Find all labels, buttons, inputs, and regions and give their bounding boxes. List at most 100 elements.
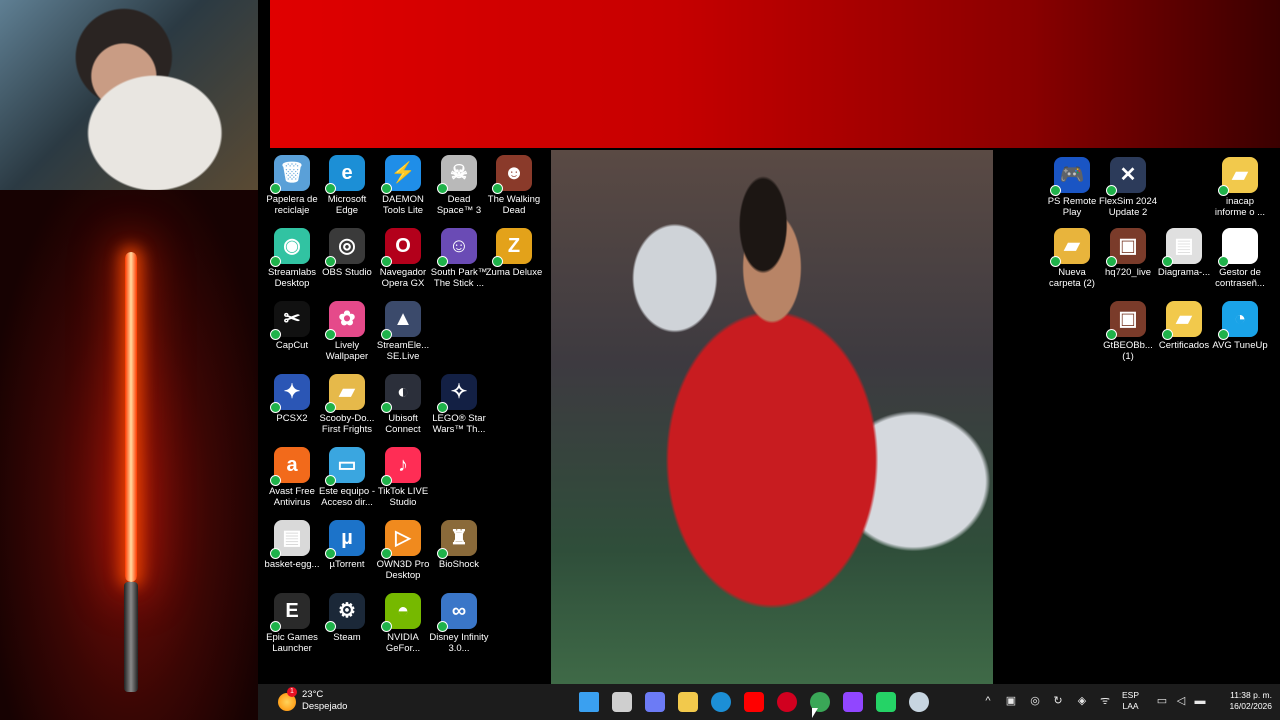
desktop-icon-label: BioShock [438,559,480,570]
volume-icon[interactable]: ◁ [1175,695,1187,707]
whatsapp-icon[interactable] [876,692,896,712]
desktop-icon[interactable]: ♜ BioShock [429,520,489,570]
desktop-icon-label: hq720_live [1105,267,1151,278]
desktop-icon[interactable]: ▰ Certificados [1154,301,1214,351]
sync-check-icon [1050,256,1061,267]
webcam-overlay [0,0,258,190]
desktop-icon-label: NVIDIA GeFor... [385,632,421,654]
desktop-icon-label: AVG TuneUp [1212,340,1268,351]
desktop-icon[interactable]: E Epic Games Launcher [262,593,322,654]
desktop-icon[interactable]: ◓ NVIDIA GeFor... [373,593,433,654]
copilot-icon[interactable] [645,692,665,712]
desktop-icon[interactable]: ◎ OBS Studio [317,228,377,278]
avg-tuneup-icon: ◔ [1218,301,1258,340]
desktop-icon[interactable]: O Navegador Opera GX [373,228,433,289]
desktop-icon-label: TikTok LIVE Studio [377,486,429,508]
desktop-icon[interactable]: ⚙ Steam [317,593,377,643]
desktop-icon[interactable]: 🎮 PS Remote Play [1042,157,1102,218]
sync-check-icon [381,402,392,413]
windows-start-icon[interactable] [579,692,599,712]
desktop-icon[interactable]: ⚡ DAEMON Tools Lite [373,155,433,216]
desktop-icon[interactable]: Z Zuma Deluxe [484,228,544,278]
sync-check-icon [381,475,392,486]
desktop-icon[interactable]: ◔ AVG TuneUp [1210,301,1270,351]
taskbar: 23°C Despejado 1 ^ ▣ ◎ ↻ ◈ ᯤ ESP LAA ▭ ◁… [258,684,1280,720]
desktop-icon[interactable]: ☺ South Park™ The Stick ... [429,228,489,289]
desktop-icon-label: Este equipo - Acceso dir... [319,486,375,508]
desktop-icon[interactable]: ✦ PCSX2 [262,374,322,424]
tray-sync-icon[interactable]: ↻ [1052,695,1064,707]
task-view-icon[interactable] [612,692,632,712]
sync-check-icon [325,475,336,486]
this-pc-icon: ▭ [325,447,365,486]
desktop-icon[interactable]: ▭ Este equipo - Acceso dir... [317,447,377,508]
desktop-icon-label: Avast Free Antivirus [269,486,315,508]
show-hidden-icons-chevron-icon[interactable]: ^ [982,695,994,707]
sync-check-icon [492,256,503,267]
desktop-icon[interactable]: e Microsoft Edge [317,155,377,216]
desktop-icon[interactable]: ▤ basket-egg... [262,520,322,570]
desktop-icon[interactable]: ☠ Dead Space™ 3 [429,155,489,216]
tray-opera-icon[interactable]: ◎ [1029,695,1041,707]
desktop-icon[interactable]: 🗑 Papelera de reciclaje [262,155,322,216]
folder-icon: ▰ [1162,301,1202,340]
desktop-icon[interactable]: ▰ inacap informe o ... [1210,157,1270,218]
desktop-icon[interactable]: ◉ Streamlabs Desktop [262,228,322,289]
desktop-icon[interactable]: µ µTorrent [317,520,377,570]
walking-dead-icon: ☻ [492,155,532,194]
desktop-icon[interactable]: ▲ StreamEle... SE.Live [373,301,433,362]
desktop-icon[interactable]: ✂ CapCut [262,301,322,351]
image-icon: ▣ [1106,228,1146,267]
desktop-icon-label: Ubisoft Connect [385,413,421,435]
desktop-icon[interactable]: ▣ hq720_live [1098,228,1158,278]
monitor-icon[interactable]: ▭ [1156,695,1168,707]
desktop-icon[interactable]: ▰ Scooby-Do... First Frights [317,374,377,435]
desktop-icon[interactable]: ▣ GtBEOBb... (1) [1098,301,1158,362]
lightsaber-hilt [124,582,138,692]
desktop-icon-label: PCSX2 [276,413,308,424]
ubisoft-icon: ◐ [381,374,421,413]
battery-icon[interactable]: ▬ [1194,695,1206,707]
desktop-icon-label: Dead Space™ 3 [436,194,482,216]
system-clock[interactable]: 11:38 p. m. 16/02/2026 [1210,690,1272,712]
desktop-icon[interactable]: ◐ Ubisoft Connect [373,374,433,435]
desktop-icon-label: DAEMON Tools Lite [382,194,424,216]
desktop-icon[interactable]: ☻ The Walking Dead [484,155,544,216]
desktop-icon[interactable]: ✕ FlexSim 2024 Update 2 [1098,157,1158,218]
sync-check-icon [381,329,392,340]
twitch-icon[interactable] [843,692,863,712]
tray-network-icon[interactable]: ᯤ [1099,695,1111,707]
desktop-icon[interactable]: ● Gestor de contraseñ... [1210,228,1270,289]
desktop-icon[interactable]: ∞ Disney Infinity 3.0... [429,593,489,654]
desktop-icon-label: Zuma Deluxe [485,267,543,278]
opera-gx-icon[interactable] [777,692,797,712]
desktop-icon[interactable]: ▷ OWN3D Pro Desktop [373,520,433,581]
steam-icon[interactable] [909,692,929,712]
edge-icon[interactable] [711,692,731,712]
file-explorer-icon[interactable] [678,692,698,712]
clock-date: 16/02/2026 [1229,701,1272,711]
document-icon: ▤ [1162,228,1202,267]
sync-check-icon [270,402,281,413]
tray-antivirus-icon[interactable]: ◈ [1076,695,1088,707]
desktop-icon[interactable]: a Avast Free Antivirus [262,447,322,508]
tray-app-icon[interactable]: ▣ [1005,695,1017,707]
desktop-icon[interactable]: ✧ LEGO® Star Wars™ Th... [429,374,489,435]
desktop-icon[interactable]: ♪ TikTok LIVE Studio [373,447,433,508]
desktop-icon[interactable]: ▤ Diagrama-... [1154,228,1214,278]
red-banner [270,0,1280,150]
wallpaper-image [551,150,993,684]
desktop-icon[interactable]: ✿ Lively Wallpaper [317,301,377,362]
file-icon: ▤ [270,520,310,559]
desktop-icon-label: Navegador Opera GX [379,267,427,289]
desktop-icon-label: GtBEOBb... (1) [1103,340,1153,362]
sync-check-icon [325,621,336,632]
desktop-icon-label: OWN3D Pro Desktop [376,559,430,581]
desktop-icon[interactable]: ▰ Nueva carpeta (2) [1042,228,1102,289]
language-indicator[interactable]: ESP LAA [1122,690,1139,712]
ps-remote-play-icon: 🎮 [1050,157,1090,196]
youtube-icon[interactable] [744,692,764,712]
desktop-icon-label: Streamlabs Desktop [267,267,317,289]
capcut-icon: ✂ [270,301,310,340]
utorrent-icon: µ [325,520,365,559]
